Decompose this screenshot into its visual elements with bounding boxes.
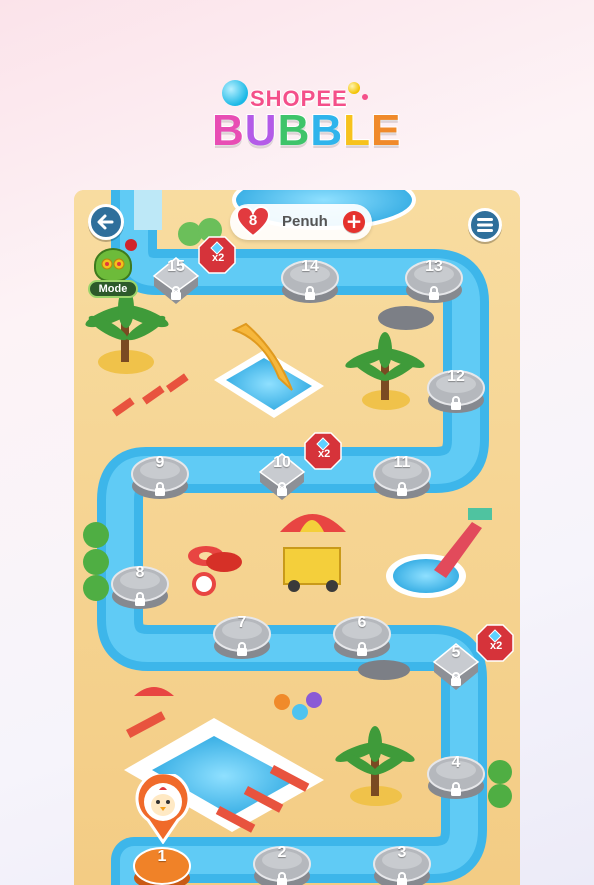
lock-icon: [397, 872, 407, 885]
double-bonus-badge: x2: [198, 236, 236, 274]
logo-letter: U: [244, 105, 278, 156]
level-number: 13: [425, 258, 443, 275]
level-9-node[interactable]: 9: [130, 448, 190, 504]
mode-label: Mode: [88, 280, 138, 298]
level-map[interactable]: 8 Penuh + Mode 1 2 3 4 5 x2 6 7 8 9 10 x2 11 12 13 14 15…: [74, 190, 520, 885]
lives-status: Penuh: [282, 213, 328, 230]
level-10-node[interactable]: 10: [252, 448, 312, 504]
level-3-node[interactable]: 3: [372, 838, 432, 885]
bonus-multiplier: x2: [318, 448, 331, 460]
lock-icon: [429, 286, 439, 300]
level-number: 7: [237, 614, 247, 631]
player-avatar-pin: [134, 771, 192, 845]
level-number: 12: [447, 368, 465, 385]
lock-icon: [451, 672, 461, 686]
add-life-button[interactable]: +: [343, 211, 365, 233]
level-number: 9: [155, 454, 165, 471]
lock-icon: [451, 782, 461, 796]
level-12-node[interactable]: 12: [426, 362, 486, 418]
lock-icon: [451, 396, 461, 410]
level-number: 10: [273, 454, 291, 471]
notification-dot: [125, 239, 137, 251]
level-number: 4: [451, 754, 461, 771]
level-number: 8: [135, 564, 145, 581]
hamburger-menu-icon: [477, 218, 493, 232]
level-6-node[interactable]: 6: [332, 608, 392, 664]
logo-letter: E: [370, 105, 402, 156]
bubble-icon: [222, 80, 248, 106]
level-number: 14: [301, 258, 319, 275]
lock-icon: [277, 482, 287, 496]
bonus-multiplier: x2: [212, 252, 225, 264]
level-14-node[interactable]: 14: [280, 252, 340, 308]
lock-icon: [155, 482, 165, 496]
level-7-node[interactable]: 7: [212, 608, 272, 664]
level-1-node[interactable]: 1: [132, 838, 192, 885]
mascot-face-icon: [101, 258, 125, 270]
coin-icon: [348, 82, 360, 94]
level-2-node[interactable]: 2: [252, 838, 312, 885]
lock-icon: [357, 642, 367, 656]
back-button[interactable]: [88, 204, 124, 240]
logo-letter: L: [342, 105, 372, 156]
mode-button[interactable]: Mode: [88, 246, 138, 302]
double-bonus-badge: x2: [304, 432, 342, 470]
logo-dot: [362, 94, 368, 100]
level-11-node[interactable]: 11: [372, 448, 432, 504]
logo-letter: B: [211, 105, 245, 156]
logo-bubble-text: B U B B L E: [211, 105, 402, 156]
double-bonus-badge: x2: [476, 624, 514, 662]
level-4-node[interactable]: 4: [426, 748, 486, 804]
arrow-left-icon: [97, 214, 114, 230]
level-13-node[interactable]: 13: [404, 252, 464, 308]
lock-icon: [237, 642, 247, 656]
menu-button[interactable]: [468, 208, 502, 242]
lock-icon: [277, 872, 287, 885]
lock-icon: [397, 482, 407, 496]
lock-icon: [305, 286, 315, 300]
level-number: 11: [393, 454, 411, 471]
shopee-bubble-logo: SHOPEE B U B B L E: [200, 78, 401, 162]
lock-icon: [171, 286, 181, 300]
level-number: 2: [277, 844, 287, 861]
lives-counter: 8 Penuh +: [230, 204, 372, 240]
level-number: 15: [167, 258, 185, 275]
level-number: 6: [357, 614, 367, 631]
level-8-node[interactable]: 8: [110, 558, 170, 614]
level-number: 1: [157, 848, 167, 865]
logo-letter: B: [309, 105, 344, 156]
mode-mascot-icon: [94, 248, 132, 282]
chicken-avatar-icon: [135, 771, 191, 845]
bonus-multiplier: x2: [490, 640, 503, 652]
lock-icon: [135, 592, 145, 606]
lives-count: 8: [248, 212, 258, 229]
logo-letter: B: [277, 105, 311, 156]
level-15-node[interactable]: 15: [146, 252, 206, 308]
level-number: 3: [397, 844, 407, 861]
